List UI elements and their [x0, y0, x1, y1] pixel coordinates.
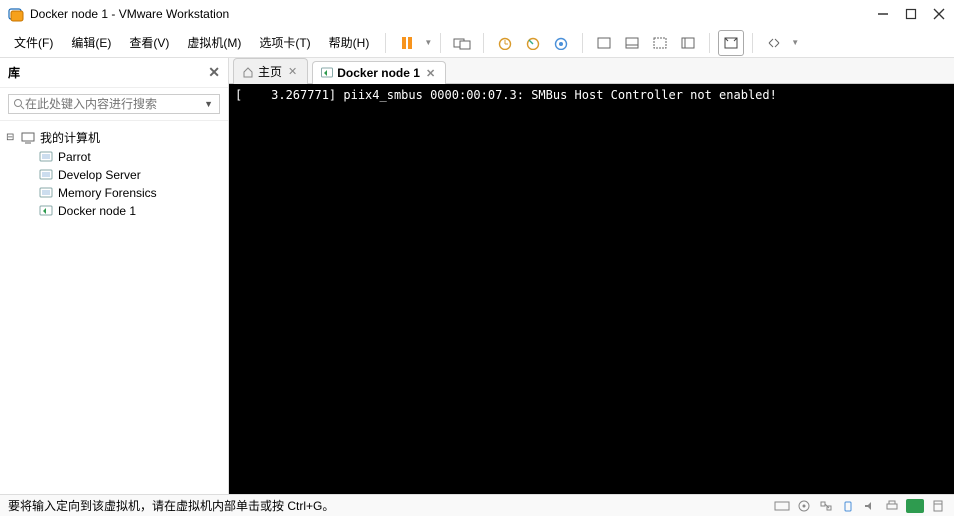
- tab-bar: 主页 ✕ Docker node 1 ✕: [229, 58, 954, 84]
- fullscreen-enter-button[interactable]: [718, 30, 744, 56]
- snapshot-take-button[interactable]: [492, 30, 518, 56]
- vm-on-icon: [321, 67, 333, 79]
- tree-item-develop-server[interactable]: Develop Server: [4, 166, 224, 184]
- stretch-dropdown[interactable]: ▼: [791, 38, 799, 47]
- search-icon: [13, 98, 25, 110]
- send-ctrl-alt-del-button[interactable]: [449, 30, 475, 56]
- tab-close-button[interactable]: ✕: [424, 67, 437, 80]
- snapshot-manage-button[interactable]: [548, 30, 574, 56]
- view-single-button[interactable]: [591, 30, 617, 56]
- menu-file[interactable]: 文件(F): [6, 30, 61, 55]
- tree-item-label: Parrot: [58, 150, 91, 164]
- home-icon: [242, 66, 254, 78]
- search-dropdown[interactable]: ▼: [202, 99, 215, 109]
- menu-vm[interactable]: 虚拟机(M): [179, 30, 249, 55]
- console-line: [ 3.267771] piix4_smbus 0000:00:07.3: SM…: [235, 88, 777, 102]
- pause-dropdown[interactable]: ▼: [424, 38, 432, 47]
- titlebar: Docker node 1 - VMware Workstation: [0, 0, 954, 28]
- sidebar-title: 库: [8, 64, 20, 81]
- search-input[interactable]: [25, 97, 202, 111]
- vm-console[interactable]: [ 3.267771] piix4_smbus 0000:00:07.3: SM…: [229, 84, 954, 494]
- menu-help[interactable]: 帮助(H): [321, 30, 378, 55]
- statusbar: 要将输入定向到该虚拟机，请在虚拟机内部单击或按 Ctrl+G。: [0, 494, 954, 516]
- toolbar-separator: [385, 33, 386, 53]
- tree-item-label: Memory Forensics: [58, 186, 157, 200]
- pause-button[interactable]: [394, 30, 420, 56]
- menu-tabs[interactable]: 选项卡(T): [251, 30, 318, 55]
- toolbar-separator: [582, 33, 583, 53]
- computer-icon: [20, 131, 36, 145]
- window-controls: [876, 7, 946, 21]
- status-indicator[interactable]: [906, 499, 924, 513]
- tree-root-my-computer[interactable]: ⊟ 我的计算机: [4, 127, 224, 148]
- library-sidebar: 库 ✕ ▼ ⊟ 我的计算机 Parrot Develop Server: [0, 58, 229, 494]
- tree-item-memory-forensics[interactable]: Memory Forensics: [4, 184, 224, 202]
- status-cd-icon[interactable]: [796, 499, 812, 513]
- toolbar-separator: [483, 33, 484, 53]
- sidebar-close-button[interactable]: ✕: [208, 64, 220, 81]
- window-title: Docker node 1 - VMware Workstation: [30, 7, 876, 21]
- vmware-logo-icon: [8, 6, 24, 22]
- status-disk-icon[interactable]: [774, 499, 790, 513]
- menu-edit[interactable]: 编辑(E): [63, 30, 119, 55]
- menubar: 文件(F) 编辑(E) 查看(V) 虚拟机(M) 选项卡(T) 帮助(H) ▼ …: [0, 28, 954, 58]
- view-split-button[interactable]: [619, 30, 645, 56]
- vm-off-icon: [38, 168, 54, 182]
- status-sound-icon[interactable]: [862, 499, 878, 513]
- status-usb-icon[interactable]: [840, 499, 856, 513]
- toolbar-separator: [440, 33, 441, 53]
- fullscreen-stretch-button[interactable]: [761, 30, 787, 56]
- vm-on-icon: [38, 204, 54, 218]
- tree-item-docker-node-1[interactable]: Docker node 1: [4, 202, 224, 220]
- status-lock-icon[interactable]: [930, 499, 946, 513]
- tree-item-label: Develop Server: [58, 168, 141, 182]
- search-wrapper: ▼: [8, 94, 220, 114]
- vm-off-icon: [38, 150, 54, 164]
- tab-home-label: 主页: [258, 63, 282, 80]
- toolbar-separator: [752, 33, 753, 53]
- view-unity-button[interactable]: [647, 30, 673, 56]
- tab-docker-node-1[interactable]: Docker node 1 ✕: [312, 61, 446, 84]
- tree-root-label: 我的计算机: [40, 129, 100, 146]
- tab-home[interactable]: 主页 ✕: [233, 58, 308, 84]
- vm-tree: ⊟ 我的计算机 Parrot Develop Server Memory For…: [0, 121, 228, 494]
- menu-view[interactable]: 查看(V): [121, 30, 177, 55]
- minimize-button[interactable]: [876, 7, 890, 21]
- toolbar-separator: [709, 33, 710, 53]
- status-printer-icon[interactable]: [884, 499, 900, 513]
- tree-item-label: Docker node 1: [58, 204, 136, 218]
- tab-close-button[interactable]: ✕: [286, 65, 299, 78]
- close-button[interactable]: [932, 7, 946, 21]
- status-message: 要将输入定向到该虚拟机，请在虚拟机内部单击或按 Ctrl+G。: [8, 497, 774, 514]
- status-network-icon[interactable]: [818, 499, 834, 513]
- vm-off-icon: [38, 186, 54, 200]
- tree-item-parrot[interactable]: Parrot: [4, 148, 224, 166]
- tab-active-label: Docker node 1: [337, 66, 420, 80]
- maximize-button[interactable]: [904, 7, 918, 21]
- view-console-button[interactable]: [675, 30, 701, 56]
- snapshot-revert-button[interactable]: [520, 30, 546, 56]
- collapse-icon[interactable]: ⊟: [6, 132, 16, 143]
